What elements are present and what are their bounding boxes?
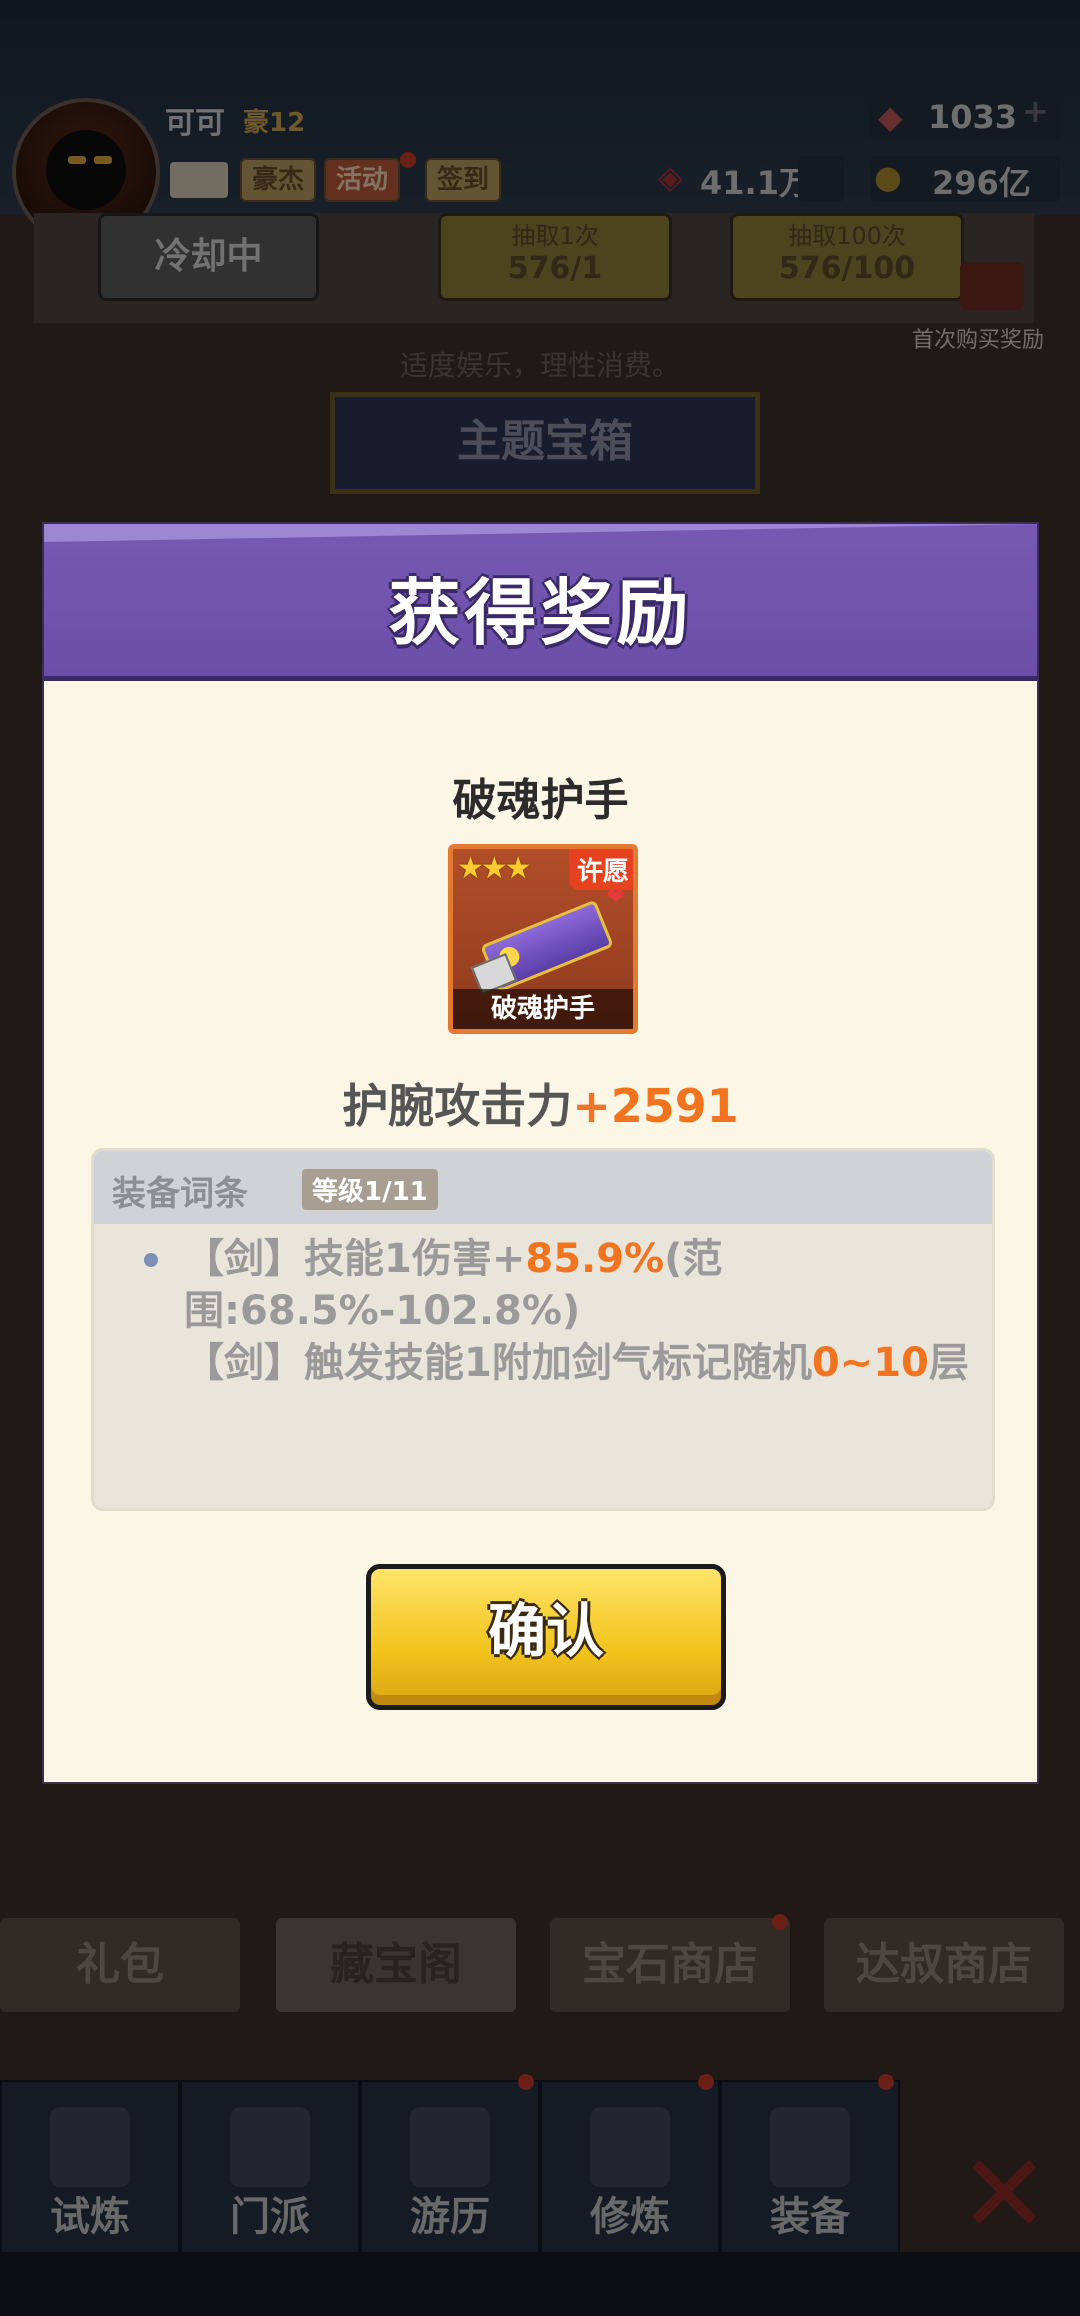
reward-dialog: 获得奖励 破魂护手 ★★★ 许愿 ❤ 破魂护手 护腕攻击力+2591 装备词条 … <box>44 524 1037 1782</box>
affix-line2-value: 0~10 <box>811 1340 929 1386</box>
affix-line1-value: 85.9% <box>525 1236 665 1282</box>
affix-line2-prefix: 【剑】触发技能1附加剑气标记随机 <box>184 1340 812 1386</box>
affix-panel: 装备词条 等级1/11 【剑】技能1伤害+85.9%(范围:68.5%-102.… <box>91 1148 995 1511</box>
item-name: 破魂护手 <box>452 775 629 826</box>
affix-header: 装备词条 等级1/11 <box>94 1151 992 1224</box>
stat-value: +2591 <box>572 1079 739 1133</box>
affix-text: 【剑】技能1伤害+85.9%(范围:68.5%-102.8%) 【剑】触发技能1… <box>184 1233 974 1389</box>
dialog-title: 获得奖励 <box>388 571 693 655</box>
star-rating-icon: ★★★ <box>457 851 532 886</box>
header-highlight <box>44 524 1037 542</box>
affix-title: 装备词条 <box>112 1174 248 1214</box>
affix-line2-suffix: 层 <box>928 1340 969 1386</box>
dialog-header: 获得奖励 <box>44 524 1037 681</box>
wish-tag: 许愿 <box>568 849 633 890</box>
item-card-label: 破魂护手 <box>453 989 633 1029</box>
stat-label: 护腕攻击力 <box>342 1079 573 1133</box>
confirm-button[interactable]: 确认 <box>366 1564 726 1710</box>
stat-line: 护腕攻击力+2591 <box>44 1070 1037 1136</box>
bullet-icon <box>144 1253 158 1267</box>
affix-level-badge: 等级1/11 <box>302 1169 438 1210</box>
item-card[interactable]: ★★★ 许愿 ❤ 破魂护手 <box>448 844 638 1034</box>
heart-icon: ❤ <box>606 885 625 910</box>
affix-line1-prefix: 【剑】技能1伤害+ <box>184 1236 526 1282</box>
